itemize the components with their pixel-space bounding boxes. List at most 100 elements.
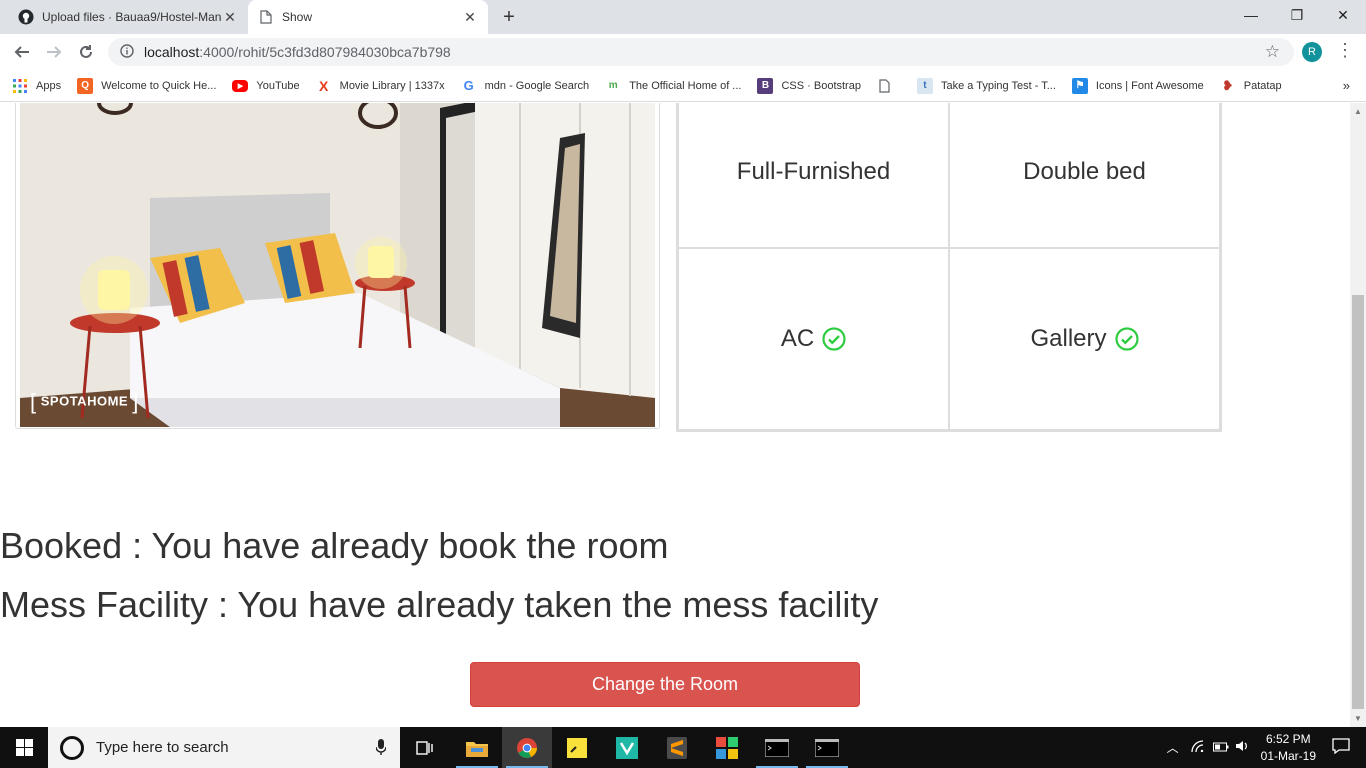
scroll-down-icon[interactable]: ▼: [1354, 714, 1362, 723]
forward-button[interactable]: [42, 40, 66, 64]
address-bar[interactable]: localhost:4000/rohit/5c3fd3d807984030bca…: [108, 38, 1294, 66]
close-window-button[interactable]: ✕: [1320, 0, 1366, 30]
back-button[interactable]: [10, 40, 34, 64]
tab-show[interactable]: Show ✕: [248, 0, 488, 34]
feature-label: Gallery: [1030, 325, 1107, 352]
clock-date: 01-Mar-19: [1260, 748, 1316, 763]
bookmark-label: CSS · Bootstrap: [781, 79, 861, 92]
taskbar-clock[interactable]: 6:52 PM 01-Mar-19: [1261, 731, 1316, 765]
feature-label: AC: [780, 325, 815, 352]
bookmark-typing-test[interactable]: t Take a Typing Test - T...: [916, 77, 1056, 94]
restore-window-button[interactable]: ❐: [1274, 0, 1320, 30]
more-bookmarks-icon[interactable]: »: [1343, 78, 1350, 93]
task-view-icon[interactable]: [400, 727, 450, 768]
room-photo-card: [ SPOTAHOME ]: [15, 103, 660, 429]
font-awesome-icon: ⚑: [1071, 77, 1088, 94]
page-viewport: [ SPOTAHOME ] Full-Furnished Double bed …: [0, 103, 1350, 727]
photo-watermark: [ SPOTAHOME ]: [30, 389, 139, 414]
close-tab-icon[interactable]: ✕: [462, 9, 478, 26]
page-scrollbar[interactable]: ▲ ▼: [1350, 103, 1366, 727]
site-info-icon[interactable]: [120, 43, 134, 61]
feature-label: Double bed: [1023, 157, 1146, 185]
bookmark-page[interactable]: [877, 78, 901, 94]
new-tab-button[interactable]: +: [498, 6, 520, 28]
bookmark-label: Apps: [36, 79, 62, 92]
office-app-icon[interactable]: [702, 727, 752, 768]
google-icon: G: [463, 78, 474, 93]
bookmark-1337x[interactable]: X Movie Library | 1337x: [316, 78, 445, 94]
github-icon: [18, 9, 34, 25]
show-hidden-icons-icon[interactable]: ︿: [1167, 739, 1179, 756]
chrome-icon[interactable]: [502, 727, 552, 768]
battery-icon[interactable]: [1212, 741, 1229, 755]
file-explorer-icon[interactable]: [452, 727, 502, 768]
bookmark-star-icon[interactable]: ☆: [1265, 42, 1280, 62]
reload-button[interactable]: [74, 40, 98, 64]
url-path: :4000/rohit/5c3fd3d807984030bca7b798: [199, 44, 451, 60]
bookmark-label: Patatap: [1243, 79, 1282, 92]
bookmark-google-search[interactable]: G mdn - Google Search: [461, 78, 590, 94]
bookmark-bootstrap[interactable]: B CSS · Bootstrap: [757, 77, 861, 94]
bookmark-quick-heal[interactable]: Q Welcome to Quick He...: [77, 77, 217, 94]
profile-avatar[interactable]: R: [1302, 42, 1322, 62]
cortana-icon: [60, 735, 84, 760]
bookmark-label: Welcome to Quick He...: [101, 79, 217, 92]
feature-cell-furnished: Full-Furnished: [678, 103, 949, 248]
tab-upload-files[interactable]: Upload files · Bauaa9/Hostel-Manag ✕: [8, 0, 248, 34]
wifi-icon[interactable]: [1190, 740, 1205, 755]
bookmark-label: Movie Library | 1337x: [339, 79, 445, 92]
scroll-up-icon[interactable]: ▲: [1354, 107, 1362, 116]
room-features-table: Full-Furnished Double bed AC Gallery: [676, 103, 1222, 432]
bookmark-mongodb[interactable]: m The Official Home of ...: [605, 78, 742, 94]
system-tray: ︿ 6:52 PM 01-Mar-19: [1167, 727, 1366, 768]
booked-status: Booked : You have already book the room: [0, 525, 669, 566]
vuejs-app-icon[interactable]: [602, 727, 652, 768]
tab-title: Show: [282, 10, 313, 24]
clock-time: 6:52 PM: [1265, 731, 1311, 746]
bookmarks-bar: Apps Q Welcome to Quick He... ▶ YouTube …: [0, 70, 1366, 102]
back-arrow-icon: [14, 46, 29, 58]
reload-icon: [80, 45, 92, 58]
minimize-window-button[interactable]: —: [1228, 0, 1274, 30]
sticky-notes-icon[interactable]: [552, 727, 602, 768]
command-prompt-icon[interactable]: [752, 727, 802, 768]
tab-title: Upload files · Bauaa9/Hostel-Manag: [42, 10, 222, 24]
url-host: localhost: [144, 44, 200, 60]
windows-logo-icon: [15, 739, 33, 756]
watermark-text: SPOTAHOME: [40, 393, 129, 409]
browser-menu-icon[interactable]: ⋮: [1336, 40, 1354, 64]
bootstrap-icon: B: [757, 77, 774, 94]
apps-grid-icon: [12, 78, 28, 94]
page-icon: [877, 78, 893, 94]
bookmark-youtube[interactable]: ▶ YouTube: [232, 79, 300, 92]
command-prompt-icon[interactable]: [802, 727, 852, 768]
bookmark-label: mdn - Google Search: [484, 79, 590, 92]
bookmark-label: YouTube: [256, 79, 300, 92]
close-tab-icon[interactable]: ✕: [222, 9, 238, 26]
volume-icon[interactable]: [1235, 740, 1249, 755]
mongo-icon: m: [608, 80, 618, 91]
check-circle-icon: [822, 327, 846, 351]
browser-tab-strip: Upload files · Bauaa9/Hostel-Manag ✕ Sho…: [0, 0, 1366, 34]
bookmark-apps[interactable]: Apps: [12, 78, 61, 94]
quick-heal-icon: Q: [77, 77, 94, 94]
bedroom-image: [20, 103, 655, 427]
scroll-thumb[interactable]: [1352, 295, 1364, 709]
feature-cell-ac: AC: [678, 248, 949, 430]
forward-arrow-icon: [47, 46, 62, 58]
feature-cell-gallery: Gallery: [949, 248, 1220, 430]
taskbar-search[interactable]: Type here to search: [48, 727, 400, 768]
microphone-icon[interactable]: [375, 739, 387, 759]
bookmark-label: Icons | Font Awesome: [1095, 79, 1204, 92]
patatap-icon: ❥: [1222, 77, 1234, 93]
feature-label: Full-Furnished: [736, 157, 891, 185]
room-photo: [ SPOTAHOME ]: [20, 103, 655, 427]
bookmark-font-awesome[interactable]: ⚑ Icons | Font Awesome: [1071, 77, 1204, 94]
windows-taskbar: Type here to search ︿ 6:52 PM 01-Mar-19: [0, 727, 1366, 768]
change-room-button[interactable]: Change the Room: [470, 662, 860, 707]
start-button[interactable]: [0, 727, 48, 768]
action-center-icon[interactable]: [1332, 738, 1350, 757]
search-placeholder: Type here to search: [96, 739, 229, 756]
bookmark-patatap[interactable]: ❥ Patatap: [1220, 77, 1282, 94]
sublime-text-icon[interactable]: [652, 727, 702, 768]
